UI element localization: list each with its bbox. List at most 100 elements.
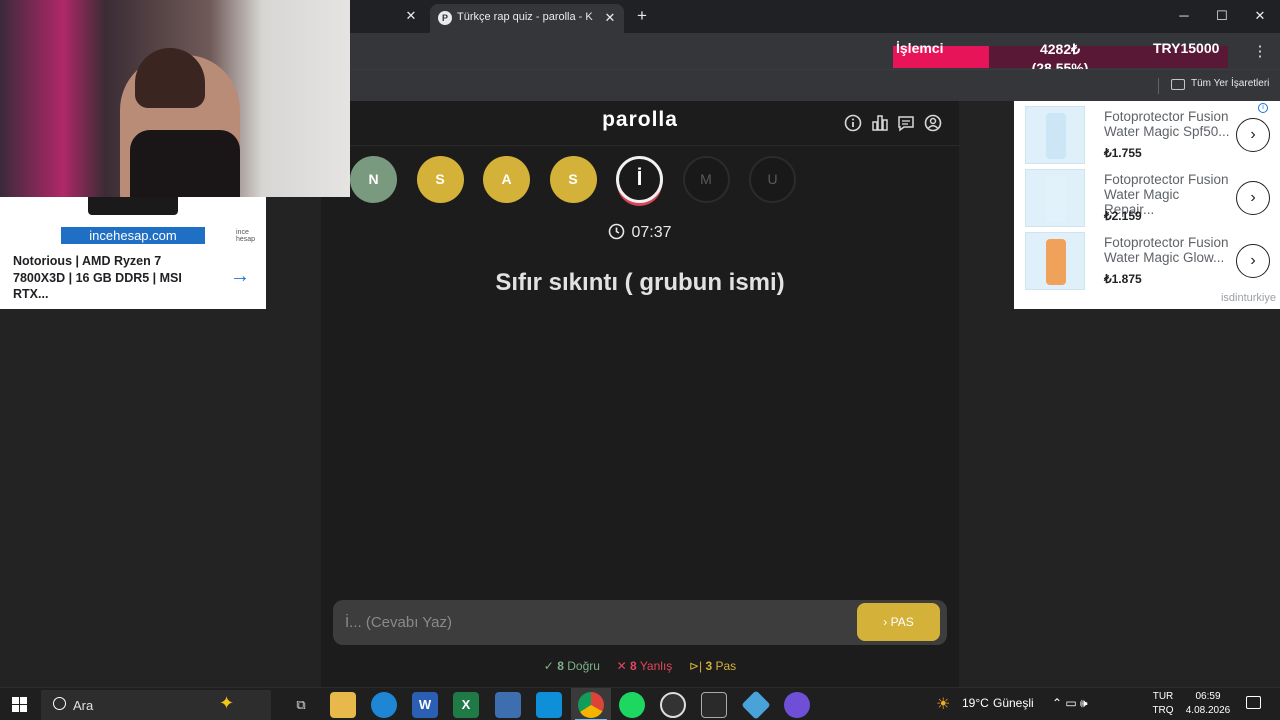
ad-product-row[interactable]: Fotoprotector Fusion Water Magic Spf50..… bbox=[1014, 103, 1280, 165]
ad-brand-logo: incehesap.com bbox=[61, 227, 205, 244]
clock-date: 4.08.2026 bbox=[1185, 705, 1231, 716]
ad-product-bottle bbox=[1046, 239, 1066, 285]
weather-text[interactable]: Güneşli bbox=[993, 696, 1034, 710]
copilot-sparkle-icon: ✦ bbox=[219, 693, 235, 713]
window-close-icon[interactable]: ✕ bbox=[1247, 6, 1273, 26]
timer: 07:37 bbox=[321, 223, 959, 242]
left-advertisement[interactable]: incehesap.com ince hesap Notorious | AMD… bbox=[0, 197, 266, 309]
cpu-target: TRY15000 bbox=[1153, 40, 1220, 56]
spotify-icon[interactable] bbox=[619, 692, 645, 718]
score-summary: ✓ 8 Doğru ✕ 8 Yanlış ⊳| 3 Pas bbox=[321, 659, 959, 673]
chevron-right-icon: › bbox=[883, 615, 888, 629]
taskbar-search[interactable]: Ara ✦ bbox=[41, 690, 271, 720]
correct-count: 8 bbox=[557, 659, 564, 673]
app-icon[interactable] bbox=[701, 692, 727, 718]
letter-circle-4: S bbox=[549, 156, 597, 203]
discord-icon[interactable] bbox=[784, 692, 810, 718]
maximize-icon[interactable]: ☐ bbox=[1209, 6, 1235, 26]
webcam-overlay bbox=[0, 0, 350, 197]
stats-icon[interactable] bbox=[871, 114, 889, 132]
calculator-icon[interactable] bbox=[495, 692, 521, 718]
ad-brand-mark: ince hesap bbox=[236, 229, 256, 243]
letter-circle-1: N bbox=[350, 156, 397, 203]
weather-temp[interactable]: 19°C bbox=[962, 696, 989, 710]
ad-product-name: Fotoprotector Fusion Water Magic Spf50..… bbox=[1104, 109, 1230, 139]
ad-product-image bbox=[88, 197, 178, 215]
chevron-right-icon[interactable]: › bbox=[1236, 181, 1270, 215]
obs-icon[interactable] bbox=[660, 692, 686, 718]
check-icon: ✓ bbox=[543, 659, 554, 673]
tab-active[interactable]: P Türkçe rap quiz - parolla - K ✕ bbox=[430, 4, 624, 33]
info-icon[interactable] bbox=[844, 114, 862, 132]
tab-title: Türkçe rap quiz - parolla - K bbox=[457, 11, 593, 23]
ad-product-price: ₺1.875 bbox=[1104, 272, 1142, 286]
windows-start-icon[interactable] bbox=[12, 697, 27, 712]
word-icon[interactable]: W bbox=[412, 692, 438, 718]
timer-value: 07:37 bbox=[631, 224, 672, 241]
chevron-right-icon[interactable]: › bbox=[1236, 118, 1270, 152]
previous-tab-close-icon[interactable]: ✕ bbox=[403, 8, 419, 24]
cpu-amount: 4282₺ bbox=[1039, 41, 1081, 57]
pass-button[interactable]: › PAS bbox=[857, 603, 940, 641]
system-tray-icons[interactable]: ⌃ ▭ 🕪 bbox=[1052, 696, 1088, 711]
chevron-right-icon[interactable]: › bbox=[1236, 244, 1270, 278]
search-label: Ara bbox=[73, 698, 94, 713]
clock[interactable]: 06:59 4.08.2026 bbox=[1183, 690, 1233, 718]
wrong-icon: ✕ bbox=[616, 659, 627, 673]
ad-product-row[interactable]: Fotoprotector Fusion Water Magic Glow...… bbox=[1014, 229, 1280, 291]
pass-icon: ⊳| bbox=[688, 659, 703, 673]
taskbar: Ara ✦ ⧉ W X ☀ 19°C Güneşli ⌃ ▭ 🕪 TUR TRQ… bbox=[0, 687, 1280, 720]
tab-close-icon[interactable]: ✕ bbox=[602, 10, 618, 26]
bookmarks-divider bbox=[1158, 78, 1159, 94]
letter-circle-2: S bbox=[416, 156, 464, 203]
ad-product-name: Fotoprotector Fusion Water Magic Glow... bbox=[1104, 235, 1229, 265]
chrome-icon[interactable] bbox=[578, 692, 604, 718]
profile-icon[interactable] bbox=[924, 114, 942, 132]
weather-icon[interactable]: ☀ bbox=[936, 694, 950, 714]
clock-icon bbox=[609, 223, 625, 240]
folder-icon[interactable] bbox=[1171, 79, 1185, 90]
language-indicator[interactable]: TUR TRQ bbox=[1146, 690, 1180, 718]
language-bottom: TRQ bbox=[1152, 705, 1174, 716]
game-panel: parolla NSASİMU 07:37 Sıfır sıkıntı ( gr… bbox=[321, 101, 959, 687]
ad-product-row[interactable]: Fotoprotector Fusion Water Magic Repair.… bbox=[1014, 166, 1280, 228]
ad-headline[interactable]: Notorious | AMD Ryzen 7 7800X3D | 16 GB … bbox=[13, 253, 213, 303]
letter-circle-3: A bbox=[483, 156, 530, 203]
excel-icon[interactable]: X bbox=[453, 692, 479, 718]
all-bookmarks-link[interactable]: Tüm Yer İşaretleri bbox=[1191, 78, 1269, 89]
clock-time: 06:59 bbox=[1195, 691, 1221, 702]
search-icon bbox=[53, 697, 66, 710]
new-tab-icon[interactable]: + bbox=[632, 6, 652, 26]
right-advertisement: i Fotoprotector Fusion Water Magic Spf50… bbox=[1014, 101, 1280, 309]
webcam-clothing bbox=[130, 130, 240, 197]
ad-product-price: ₺2.159 bbox=[1104, 209, 1142, 223]
task-view-icon[interactable]: ⧉ bbox=[288, 692, 314, 718]
answer-input[interactable] bbox=[345, 610, 845, 634]
letter-circle-7: U bbox=[749, 156, 796, 203]
answer-box: › PAS bbox=[333, 600, 947, 645]
ad-product-price: ₺1.755 bbox=[1104, 146, 1142, 160]
wrong-count: 8 bbox=[630, 659, 637, 673]
chat-icon[interactable] bbox=[897, 114, 915, 132]
pass-button-label: PAS bbox=[890, 615, 914, 629]
ad-product-image bbox=[1025, 169, 1085, 227]
arrow-right-icon[interactable]: → bbox=[230, 265, 250, 288]
question-text: Sıfır sıkıntı ( grubun ismi) bbox=[495, 269, 785, 296]
letter-circle-6: M bbox=[682, 156, 730, 203]
edge-icon[interactable] bbox=[371, 692, 397, 718]
cpu-label: İşlemci bbox=[896, 40, 944, 56]
ad-source[interactable]: isdinturkiye bbox=[1221, 292, 1276, 304]
screen: ✕ P Türkçe rap quiz - parolla - K ✕ + ─ … bbox=[0, 0, 1280, 720]
ad-product-bottle bbox=[1046, 113, 1066, 159]
correct-label: Doğru bbox=[567, 659, 600, 673]
store-icon[interactable] bbox=[536, 692, 562, 718]
file-explorer-icon[interactable] bbox=[330, 692, 356, 718]
minimize-icon[interactable]: ─ bbox=[1171, 6, 1197, 26]
browser-menu-icon[interactable]: ⋮ bbox=[1252, 42, 1268, 62]
notification-icon[interactable] bbox=[1246, 696, 1261, 709]
page-title: parolla bbox=[602, 108, 678, 131]
tab-favicon-icon: P bbox=[438, 11, 452, 25]
pass-count: 3 bbox=[705, 659, 713, 673]
network-app-icon[interactable] bbox=[741, 690, 771, 720]
letter-circle-5: İ bbox=[616, 156, 663, 203]
